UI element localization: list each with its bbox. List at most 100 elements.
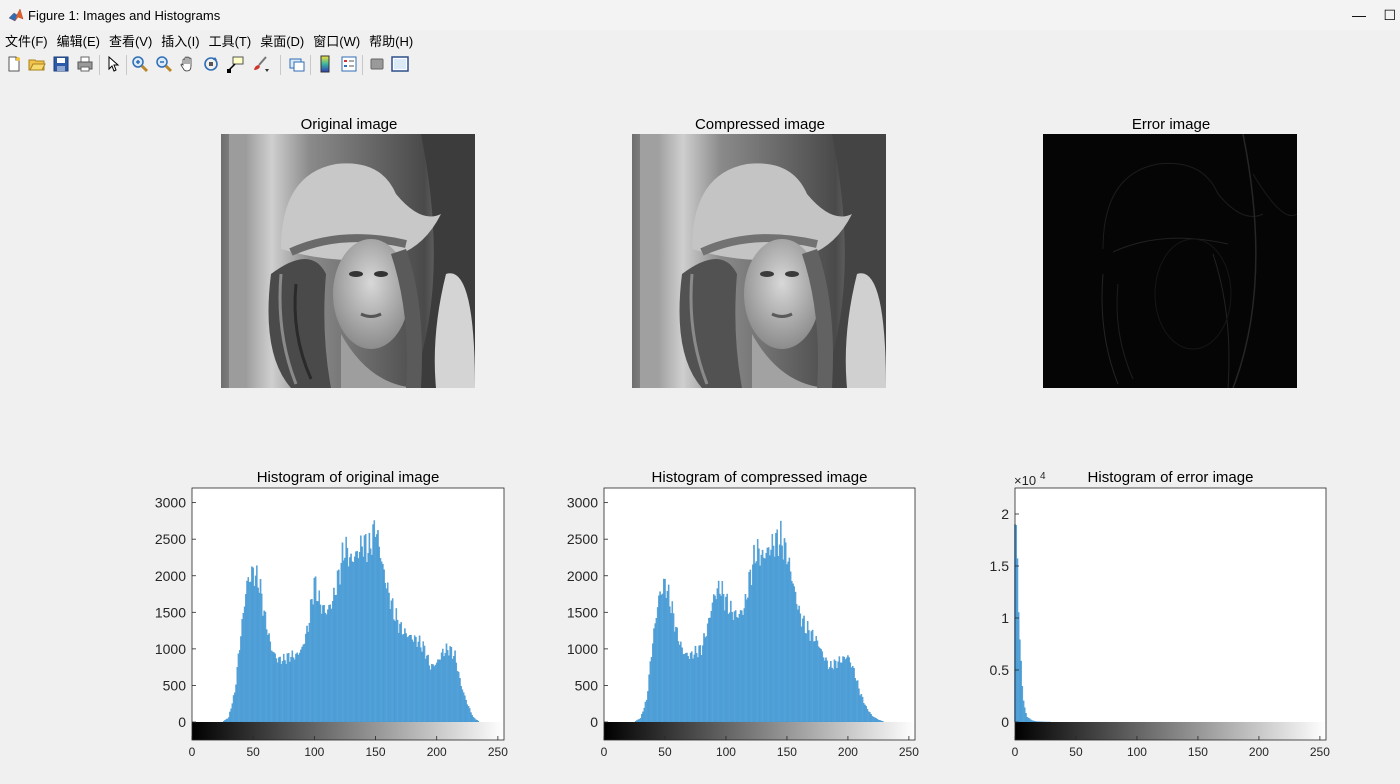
histogram-bar [742,615,744,723]
link-plot-button[interactable] [287,54,307,74]
histogram-bar [642,711,644,723]
histogram-bar [444,653,447,723]
save-button[interactable] [51,54,71,74]
histogram-bar [670,613,672,723]
histogram-bar [317,601,319,723]
histogram-bar [346,547,349,723]
insert-legend-button[interactable] [339,54,359,74]
histogram-bar [798,605,800,723]
toolbar-separator [126,55,127,75]
histogram-bar [375,534,378,723]
histogram-bar [236,667,239,723]
histogram-bar [456,670,459,723]
open-file-button[interactable] [27,54,47,74]
histogram-bar [725,596,727,723]
histogram-bar [322,605,324,723]
histogram-bar [415,637,417,723]
histogram-bar [268,633,270,723]
histogram-bar [433,666,436,723]
histogram-bar [229,711,231,723]
histogram-bar [284,660,286,723]
histogram-bar [278,657,280,723]
histogram-bar [713,594,715,723]
histogram-bar [465,699,467,723]
histogram-bar [864,704,866,723]
histogram-bar [714,595,716,723]
histogram-bar [638,719,641,723]
hide-plot-tools-button[interactable] [367,54,387,74]
histogram-bar [451,658,454,723]
pan-button[interactable] [178,54,198,74]
histogram-bar [340,563,343,723]
x-tick-label: 50 [1069,745,1083,759]
histogram-bar [1032,720,1035,723]
y-tick-label: 1000 [567,641,598,657]
menu-tools[interactable]: 工具(T) [204,31,256,50]
toolbar-separator [99,55,100,75]
histogram-bar [839,662,842,723]
histogram-bar [283,653,285,723]
histogram-bar [880,720,882,723]
toolbar-separator [280,55,281,75]
x-tick-label: 0 [601,745,608,759]
maximize-button[interactable]: ☐ [1382,0,1400,30]
menu-window[interactable]: 窗口(W) [308,31,364,50]
histogram-bar [440,652,443,723]
histogram-bar [225,719,228,723]
menu-edit[interactable]: 编辑(E) [52,31,104,50]
histogram-bar [771,534,774,723]
histogram-bar [766,547,769,723]
histogram-bar [669,606,671,723]
new-figure-button[interactable] [4,54,24,74]
y-tick-label: 1500 [567,604,598,620]
brush-button[interactable] [250,54,270,74]
histogram-bar [728,612,731,723]
histogram-bar [678,644,681,723]
histogram-bar [711,602,714,723]
histogram-bar [822,657,825,723]
histogram-bar [413,635,416,723]
zoom-out-icon [156,56,173,73]
histogram-bar [324,612,327,723]
histogram-bar [298,652,301,723]
data-cursor-icon [227,56,244,73]
histogram-bar [262,615,264,723]
print-button[interactable] [75,54,95,74]
histogram-bar [737,617,739,723]
histogram-bar [1015,525,1017,723]
zoom-in-button[interactable] [130,54,150,74]
histogram-bar [273,652,275,723]
histogram-bar [832,669,835,723]
menu-desktop[interactable]: 桌面(D) [255,31,308,50]
menu-view[interactable]: 查看(V) [104,31,156,50]
y-tick-label: 0.5 [990,662,1010,678]
histogram-bar [323,604,325,723]
edit-plot-button[interactable] [103,54,123,74]
histogram-bar [692,658,694,723]
rotate-3d-button[interactable] [201,54,221,74]
data-cursor-button[interactable] [225,54,245,74]
y-tick-label: 0 [590,714,598,730]
histogram-bar [301,646,303,723]
histogram-bar [784,542,787,723]
histogram-bar [257,587,259,723]
histogram-bar [249,581,252,723]
histogram-bar [472,717,475,723]
zoom-out-button[interactable] [154,54,174,74]
histogram-bar [424,658,427,723]
y-tick-label: 0 [1001,714,1009,730]
show-plot-tools-button[interactable] [390,54,410,74]
menu-file[interactable]: 文件(F) [0,31,52,50]
insert-colorbar-button[interactable] [315,54,335,74]
menu-help[interactable]: 帮助(H) [364,31,417,50]
histogram-bar [795,604,798,723]
x-tick-label: 200 [1249,745,1269,759]
minimize-button[interactable]: — [1336,0,1382,30]
histogram-bar [709,617,711,723]
histogram-bar [1019,639,1021,723]
histogram-bar [741,610,743,723]
menu-insert[interactable]: 插入(I) [156,31,203,50]
histogram-bar [1020,660,1022,723]
histogram-bar [683,653,686,723]
histogram-bar [770,549,772,723]
